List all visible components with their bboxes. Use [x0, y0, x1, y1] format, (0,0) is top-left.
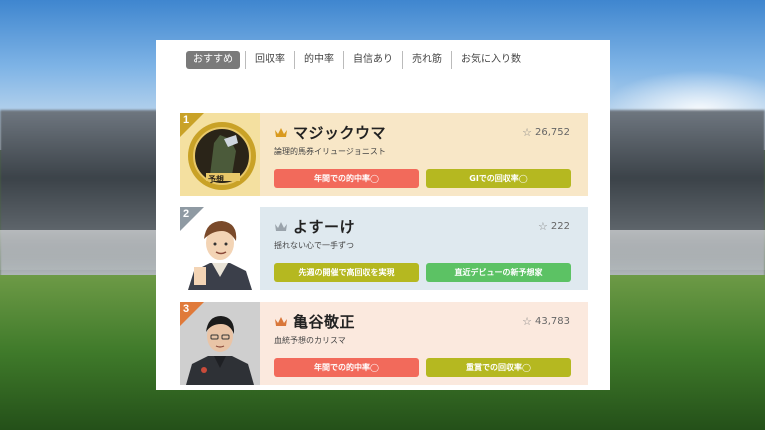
tab-recovery-rate[interactable]: 回収率 [245, 51, 294, 69]
bronze-crown-icon [275, 317, 287, 326]
avatar[interactable]: 3 [180, 302, 260, 385]
gold-crown-icon [275, 128, 287, 137]
feature-badge: 先週の開催で高回収を実現 [274, 263, 419, 282]
rank-number: 1 [183, 114, 190, 126]
tab-hit-rate[interactable]: 的中率 [294, 51, 343, 69]
predictor-name[interactable]: マジックウマ [293, 122, 386, 143]
feature-badge: GIでの回収率◯ [426, 169, 571, 188]
tab-best-selling[interactable]: 売れ筋 [402, 51, 451, 69]
star-icon: ☆ [538, 220, 548, 233]
predictor-tagline: 血統予想のカリスマ [274, 336, 346, 345]
predictor-tagline: 論理的馬券イリュージョニスト [274, 147, 386, 156]
predictor-name[interactable]: よすーけ [293, 216, 355, 237]
feature-badge: 直近デビューの新予想家 [426, 263, 571, 282]
ranking-card-3[interactable]: 3 亀谷敬正 ☆ 43,783 血統予想のカリスマ 年間での的中率◯ 重賞での回… [180, 302, 588, 385]
favorites-count[interactable]: ☆ 222 [538, 220, 570, 233]
favorites-count[interactable]: ☆ 43,783 [522, 315, 570, 328]
favorites-count[interactable]: ☆ 26,752 [522, 126, 570, 139]
svg-text:予想: 予想 [208, 174, 224, 184]
ranking-panel: おすすめ 回収率 的中率 自信あり 売れ筋 お気に入り数 予想 1 マジックウマ… [156, 40, 610, 390]
star-icon: ☆ [522, 315, 532, 328]
predictor-tagline: 揺れない心で一手ずつ [274, 241, 354, 250]
sort-tabs: おすすめ 回収率 的中率 自信あり 売れ筋 お気に入り数 [186, 50, 530, 70]
avatar[interactable]: 予想 1 [180, 113, 260, 196]
feature-badge: 年間での的中率◯ [274, 169, 419, 188]
star-icon: ☆ [522, 126, 532, 139]
ranking-card-1[interactable]: 予想 1 マジックウマ ☆ 26,752 論理的馬券イリュージョニスト 年間での… [180, 113, 588, 196]
silver-crown-icon [275, 222, 287, 231]
predictor-name[interactable]: 亀谷敬正 [293, 311, 355, 332]
avatar[interactable]: 2 [180, 207, 260, 290]
rank-number: 2 [183, 208, 190, 220]
tab-recommended[interactable]: おすすめ [186, 51, 240, 69]
feature-badge: 重賞での回収率◯ [426, 358, 571, 377]
rank-number: 3 [183, 303, 190, 315]
feature-badge: 年間での的中率◯ [274, 358, 419, 377]
tab-confident[interactable]: 自信あり [343, 51, 402, 69]
ranking-card-2[interactable]: 2 よすーけ ☆ 222 揺れない心で一手ずつ 先週の開催で高回収を実現 直近デ… [180, 207, 588, 290]
tab-favorites-count[interactable]: お気に入り数 [451, 51, 530, 69]
